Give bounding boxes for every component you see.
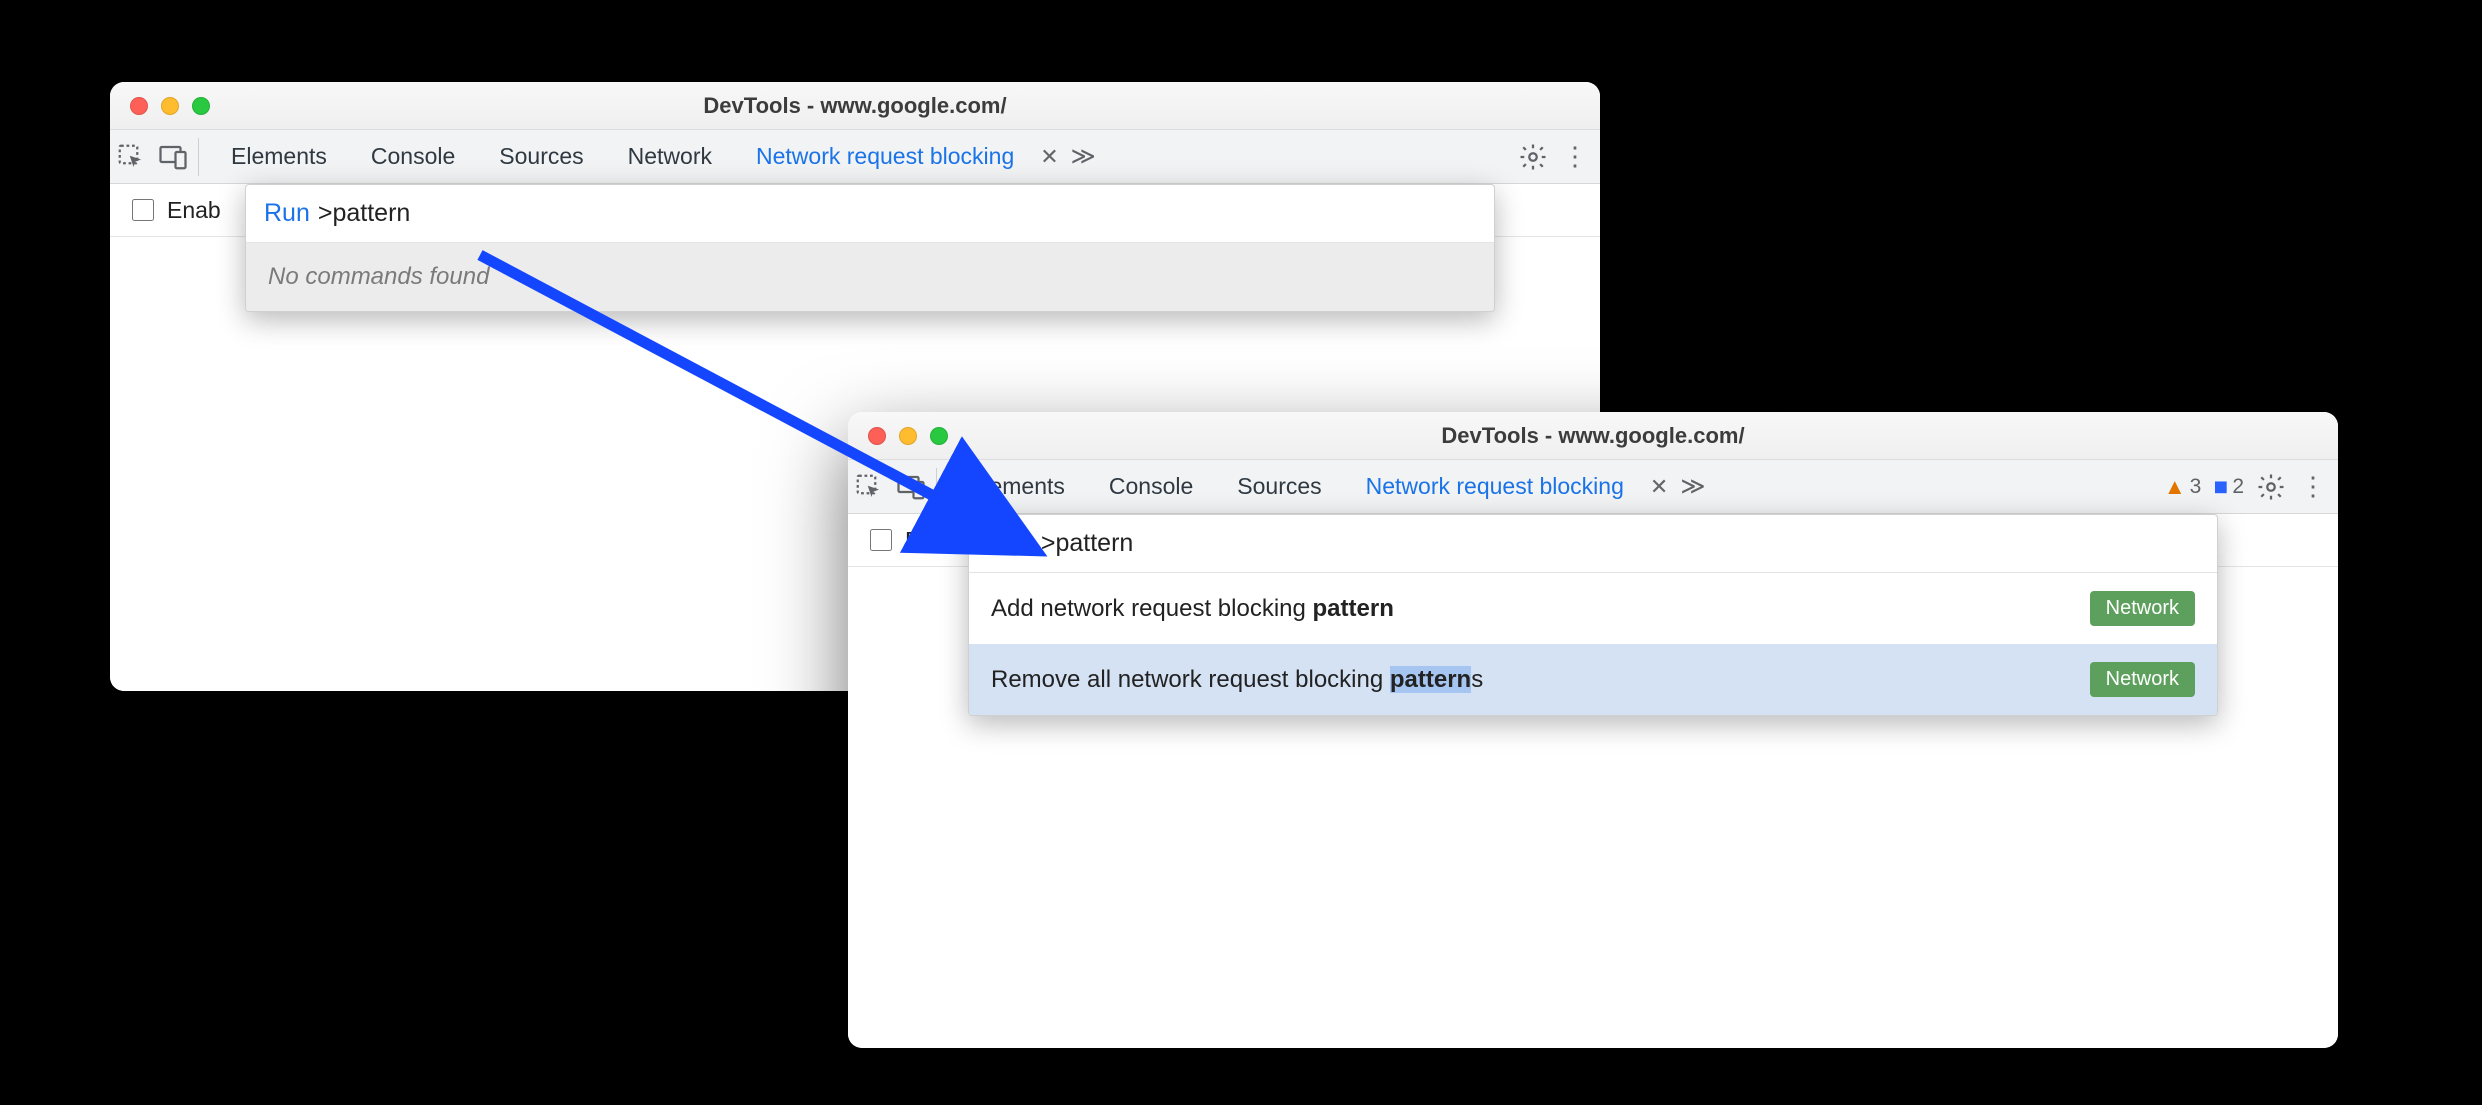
settings-gear-icon[interactable] bbox=[1512, 136, 1554, 178]
command-palette: Run > pattern Add network request blocki… bbox=[968, 514, 2218, 716]
palette-result-text: Add network request blocking pattern bbox=[991, 595, 1394, 623]
palette-query-text[interactable]: pattern bbox=[332, 199, 410, 228]
more-tabs-icon[interactable]: ≫ bbox=[1063, 142, 1104, 171]
palette-run-label: Run bbox=[987, 529, 1033, 558]
window-titlebar: DevTools - www.google.com/ bbox=[110, 82, 1600, 130]
tab-sources[interactable]: Sources bbox=[477, 129, 605, 184]
command-palette-input-row[interactable]: Run > pattern bbox=[969, 515, 2217, 573]
settings-gear-icon[interactable] bbox=[2250, 466, 2292, 508]
close-window-button[interactable] bbox=[130, 97, 148, 115]
window-title: DevTools - www.google.com/ bbox=[848, 423, 2338, 449]
window-title: DevTools - www.google.com/ bbox=[110, 93, 1600, 119]
enable-blocking-label: Enab bbox=[905, 527, 959, 554]
command-palette-input-row[interactable]: Run > pattern bbox=[246, 185, 1494, 243]
palette-result-item[interactable]: Add network request blocking pattern Netw… bbox=[969, 573, 2217, 644]
minimize-window-button[interactable] bbox=[161, 97, 179, 115]
toolbar-divider bbox=[936, 468, 937, 506]
palette-results-list: Add network request blocking pattern Netw… bbox=[969, 573, 2217, 715]
warning-count: 3 bbox=[2190, 475, 2202, 499]
inspect-element-icon[interactable] bbox=[848, 466, 890, 508]
tab-elements[interactable]: Elements bbox=[947, 459, 1087, 514]
info-count: 2 bbox=[2232, 475, 2244, 499]
warning-issues-badge[interactable]: ▲ 3 bbox=[2158, 474, 2207, 500]
tabs-row: Elements Console Sources Network request… bbox=[941, 459, 2158, 514]
traffic-lights bbox=[848, 427, 948, 445]
tab-close-icon[interactable]: ✕ bbox=[1036, 138, 1062, 176]
palette-result-tag: Network bbox=[2090, 591, 2195, 626]
device-toolbar-icon[interactable] bbox=[152, 136, 194, 178]
inspect-element-icon[interactable] bbox=[110, 136, 152, 178]
palette-result-item[interactable]: Remove all network request blocking patt… bbox=[969, 644, 2217, 715]
tab-network-request-blocking[interactable]: Network request blocking bbox=[734, 129, 1036, 184]
maximize-window-button[interactable] bbox=[930, 427, 948, 445]
info-issues-badge[interactable]: ◼ 2 bbox=[2207, 475, 2250, 499]
device-toolbar-icon[interactable] bbox=[890, 466, 932, 508]
warning-triangle-icon: ▲ bbox=[2164, 474, 2186, 500]
minimize-window-button[interactable] bbox=[899, 427, 917, 445]
tab-network-request-blocking[interactable]: Network request blocking bbox=[1344, 459, 1646, 514]
palette-result-tag: Network bbox=[2090, 662, 2195, 697]
palette-result-text: Remove all network request blocking patt… bbox=[991, 666, 1483, 694]
toolbar-divider bbox=[198, 138, 199, 176]
traffic-lights bbox=[110, 97, 210, 115]
command-palette: Run > pattern No commands found bbox=[245, 184, 1495, 312]
palette-query-text[interactable]: pattern bbox=[1055, 529, 1133, 558]
enable-blocking-label: Enab bbox=[167, 197, 221, 224]
palette-prefix: > bbox=[1041, 529, 1056, 558]
tab-sources[interactable]: Sources bbox=[1215, 459, 1343, 514]
devtools-window-after: DevTools - www.google.com/ Elements Cons… bbox=[848, 412, 2338, 1048]
maximize-window-button[interactable] bbox=[192, 97, 210, 115]
palette-run-label: Run bbox=[264, 199, 310, 228]
palette-empty-state: No commands found bbox=[246, 243, 1494, 311]
enable-blocking-checkbox[interactable] bbox=[132, 199, 154, 221]
kebab-menu-icon[interactable]: ⋮ bbox=[2292, 466, 2334, 508]
close-window-button[interactable] bbox=[868, 427, 886, 445]
devtools-toolbar: Elements Console Sources Network request… bbox=[848, 460, 2338, 514]
tab-console[interactable]: Console bbox=[349, 129, 477, 184]
tab-console[interactable]: Console bbox=[1087, 459, 1215, 514]
info-flag-icon: ◼ bbox=[2213, 476, 2228, 497]
more-tabs-icon[interactable]: ≫ bbox=[1672, 472, 1713, 501]
devtools-toolbar: Elements Console Sources Network Network… bbox=[110, 130, 1600, 184]
tab-elements[interactable]: Elements bbox=[209, 129, 349, 184]
tabs-row: Elements Console Sources Network Network… bbox=[203, 129, 1512, 184]
panel-content: Enab Run > pattern Add network request b… bbox=[848, 514, 2338, 1048]
kebab-menu-icon[interactable]: ⋮ bbox=[1554, 136, 1596, 178]
palette-prefix: > bbox=[318, 199, 333, 228]
tab-network[interactable]: Network bbox=[606, 129, 734, 184]
window-titlebar: DevTools - www.google.com/ bbox=[848, 412, 2338, 460]
tab-close-icon[interactable]: ✕ bbox=[1646, 468, 1672, 506]
enable-blocking-checkbox[interactable] bbox=[870, 529, 892, 551]
